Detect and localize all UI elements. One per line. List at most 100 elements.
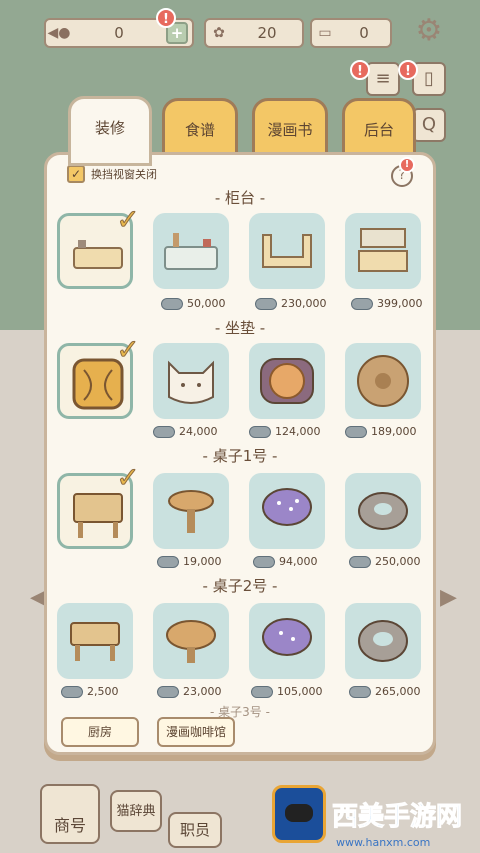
fish-icon (251, 685, 273, 698)
table2-item-4[interactable] (345, 603, 421, 679)
price-value: 265,000 (375, 685, 421, 698)
cushion-item-2[interactable] (153, 343, 229, 419)
watermark-url: www.hanxm.com (336, 836, 431, 849)
close-view-toggle[interactable]: ✓ 换挡视窗关闭 (67, 165, 157, 183)
check-icon: ✓ (116, 333, 140, 366)
price-counter-3: 230,000 (255, 297, 327, 310)
shop-button[interactable]: 商号 (40, 784, 100, 844)
price-value: 50,000 (187, 297, 226, 310)
counter-item-3[interactable] (249, 213, 325, 289)
fish-icon (253, 555, 275, 568)
cat-dict-label: 猫辞典 (116, 804, 156, 819)
fish-icon (249, 425, 271, 438)
counter-item-2[interactable] (153, 213, 229, 289)
staff-button[interactable]: 职员 (168, 812, 222, 848)
price-value: 23,000 (183, 685, 222, 698)
cushion-3-art (260, 358, 314, 404)
check-icon[interactable]: ✓ (67, 165, 85, 183)
table1-3-art (262, 488, 312, 526)
section-title-table-2: - 桌子2号 - (202, 577, 278, 595)
fish-icon (157, 555, 179, 568)
price-table2-2: 23,000 (157, 685, 222, 698)
table2-item-3[interactable] (249, 603, 325, 679)
price-value: 2,500 (87, 685, 119, 698)
table2-1-art (70, 622, 120, 661)
table2-item-1[interactable] (57, 603, 133, 679)
checkbox-label: 换挡视窗关闭 (91, 168, 157, 181)
prev-arrow-icon[interactable]: ◀ (30, 586, 47, 610)
tab-comics[interactable]: 漫画书 (252, 98, 328, 160)
price-table2-3: 105,000 (251, 685, 323, 698)
alert-icon: ! (156, 8, 176, 28)
table2-2-art (166, 620, 216, 663)
fish-icon (349, 555, 371, 568)
table2-3-art (262, 618, 312, 656)
table1-2-art (168, 490, 214, 533)
cushion-item-4[interactable] (345, 343, 421, 419)
price-table2-1: 2,500 (61, 685, 119, 698)
fish-icon (345, 425, 367, 438)
fish-icon (349, 685, 371, 698)
tab-label: 装修 (94, 119, 125, 137)
price-value: 94,000 (279, 555, 318, 568)
alert-icon: ! (350, 60, 370, 80)
table1-item-3[interactable] (249, 473, 325, 549)
paw-currency: ✿ 20 (204, 18, 304, 48)
fish-count: 0 (114, 24, 124, 42)
price-value: 24,000 (179, 425, 218, 438)
shop-label: 商号 (53, 816, 86, 835)
fish-icon (157, 685, 179, 698)
section-title-cushion: - 坐垫 - (214, 319, 266, 337)
currency-bar: ◀● 0 + ✿ 20 ▭ 0 (44, 18, 392, 48)
staff-label: 职员 (179, 821, 210, 839)
tab-label: 食谱 (184, 121, 215, 139)
counter-item-4[interactable] (345, 213, 421, 289)
table1-1-art (73, 493, 123, 538)
price-table1-4: 250,000 (349, 555, 421, 568)
cushion-item-3[interactable] (249, 343, 325, 419)
section-title-table-1: - 桌子1号 - (202, 447, 278, 465)
paw-count: 20 (257, 24, 277, 42)
table1-item-4[interactable] (345, 473, 421, 549)
cat-dict-button[interactable]: 猫辞典 (110, 790, 162, 832)
price-table1-3: 94,000 (253, 555, 318, 568)
decorate-panel: ✓ 换挡视窗关闭 ? ! - 柜台 - ✓ 50,000 230,000 399… (44, 152, 436, 755)
price-value: 250,000 (375, 555, 421, 568)
price-counter-4: 399,000 (351, 297, 423, 310)
table1-item-2[interactable] (153, 473, 229, 549)
price-counter-2: 50,000 (161, 297, 226, 310)
ticket-icon: ▭ (318, 25, 332, 41)
tab-label: 后台 (363, 121, 394, 139)
price-value: 19,000 (183, 555, 222, 568)
fish-icon (153, 425, 175, 438)
notes-button[interactable]: ≡ (366, 62, 400, 96)
fish-icon (351, 297, 373, 310)
price-value: 189,000 (371, 425, 417, 438)
tab-recipes[interactable]: 食谱 (162, 98, 238, 160)
next-arrow-icon[interactable]: ▶ (440, 586, 457, 610)
alert-icon: ! (398, 60, 418, 80)
ticket-currency: ▭ 0 (310, 18, 392, 48)
kitchen-button[interactable]: 厨房 (61, 717, 139, 747)
price-value: 105,000 (277, 685, 323, 698)
manga-cafe-button[interactable]: 漫画咖啡馆 (157, 717, 235, 747)
cushion-4-art (357, 355, 409, 407)
check-icon: ✓ (116, 203, 140, 236)
fish-icon (255, 297, 277, 310)
price-table2-4: 265,000 (349, 685, 421, 698)
search-button[interactable]: Q (412, 108, 446, 142)
table1-4-art (358, 492, 408, 530)
ticket-count: 0 (359, 24, 369, 42)
tab-backstage[interactable]: 后台 (342, 98, 416, 160)
counter-4-art (358, 228, 408, 272)
counter-2-art (164, 233, 218, 270)
tab-decorate[interactable]: 装修 (68, 96, 152, 166)
price-table1-2: 19,000 (157, 555, 222, 568)
watermark: 西美手游网 (272, 784, 476, 844)
table2-item-2[interactable] (153, 603, 229, 679)
section-title-counter: - 柜台 - (214, 189, 266, 207)
tab-label: 漫画书 (267, 121, 313, 139)
watermark-text: 西美手游网 (331, 801, 463, 832)
gear-icon[interactable]: ⚙ (412, 14, 446, 48)
paw-icon: ✿ (213, 25, 225, 41)
